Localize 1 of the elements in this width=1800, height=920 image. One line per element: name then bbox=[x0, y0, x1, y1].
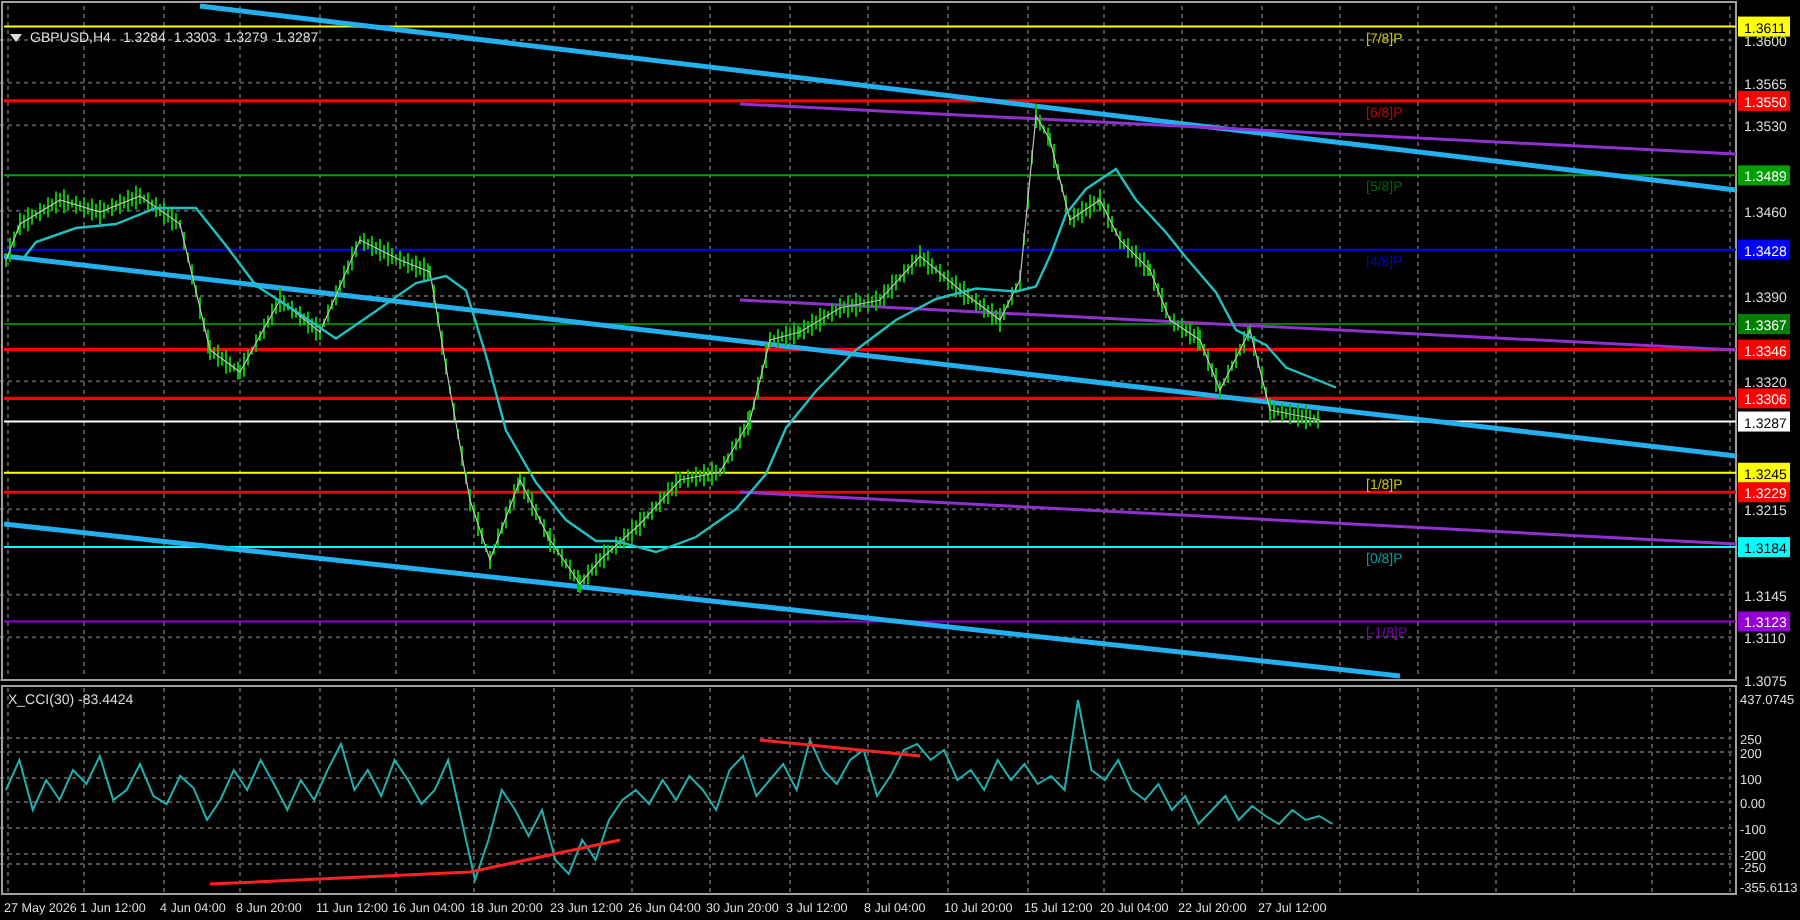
dropdown-triangle-icon[interactable] bbox=[10, 34, 22, 42]
